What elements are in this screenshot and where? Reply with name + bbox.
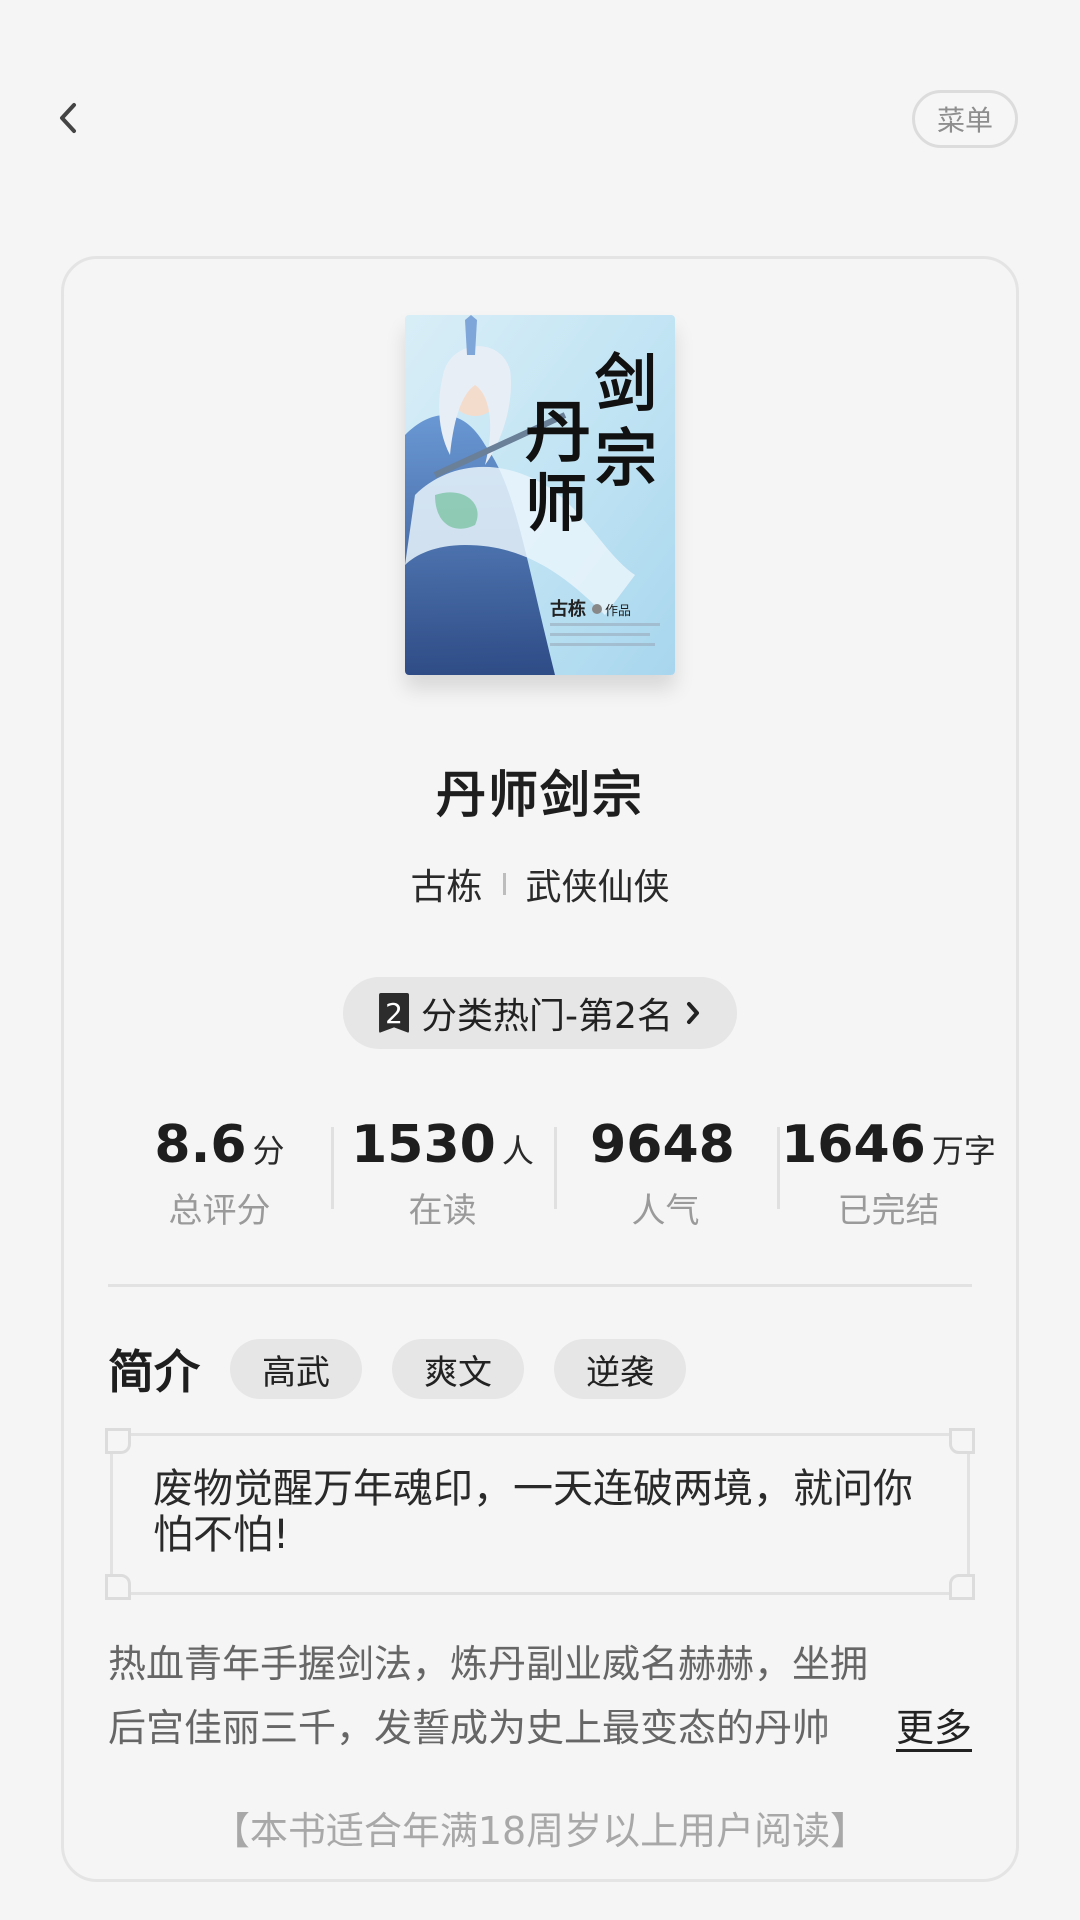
chevron-left-icon <box>60 103 76 133</box>
stat-value: 1530 <box>351 1115 496 1175</box>
section-divider <box>108 1284 972 1287</box>
stat-value: 1646 <box>781 1115 926 1175</box>
author-name[interactable]: 古栋 <box>410 858 482 910</box>
stat-popularity: 9648 人气 <box>554 1115 777 1235</box>
description-line: 后宫佳丽三千，发誓成为史上最变态的丹帅 <box>108 1706 831 1750</box>
stat-unit: 分 <box>252 1132 285 1170</box>
age-notice: 【本书适合年满18周岁以上用户阅读】 <box>211 1809 869 1853</box>
tag-chip[interactable]: 高武 <box>230 1339 362 1399</box>
intro-header: 简介 高武 爽文 逆袭 <box>108 1338 716 1400</box>
stat-rating: 8.6 分 总评分 <box>108 1115 331 1235</box>
stat-label: 总评分 <box>168 1191 271 1231</box>
tag-chip[interactable]: 爽文 <box>392 1339 524 1399</box>
stat-readers: 1530 人 在读 <box>331 1115 554 1235</box>
back-button[interactable] <box>50 100 86 136</box>
rank-badge-icon: 2 <box>379 993 410 1033</box>
stat-unit: 人 <box>501 1132 534 1170</box>
tag-chip[interactable]: 逆袭 <box>554 1339 686 1399</box>
stat-label: 在读 <box>408 1191 477 1231</box>
chevron-right-icon <box>685 1000 701 1026</box>
stat-value: 9648 <box>590 1115 735 1175</box>
description: 热血青年手握剑法，炼丹副业威名赫赫，坐拥 后宫佳丽三千，发誓成为史上最变态的丹帅… <box>108 1632 972 1760</box>
rank-button[interactable]: 2 分类热门-第2名 <box>343 977 737 1049</box>
svg-text:宗: 宗 <box>595 422 657 495</box>
rank-label: 分类热门-第2名 <box>421 996 673 1037</box>
more-link[interactable]: 更多 <box>896 1696 972 1760</box>
cover-author-art: 古栋 <box>550 598 586 620</box>
book-title: 丹师剑宗 <box>436 766 644 824</box>
stat-value: 8.6 <box>154 1115 247 1175</box>
stats-row: 8.6 分 总评分 1530 人 在读 9648 人气 1646 万字 已完结 <box>108 1115 1000 1235</box>
svg-text:作品: 作品 <box>605 604 631 619</box>
stat-word-count: 1646 万字 已完结 <box>777 1115 1000 1235</box>
tagline-text: 废物觉醒万年魂印，一天连破两境，就问你怕不怕! <box>153 1466 913 1558</box>
svg-text:师: 师 <box>525 467 587 540</box>
menu-button[interactable]: 菜单 <box>912 90 1018 148</box>
intro-heading: 简介 <box>108 1345 200 1399</box>
svg-text:剑: 剑 <box>595 347 657 420</box>
description-line: 热血青年手握剑法，炼丹副业威名赫赫，坐拥 <box>108 1642 869 1686</box>
book-cover[interactable]: 丹 剑 师 宗 古栋 作品 <box>405 315 675 675</box>
author-category-row: 古栋 武侠仙侠 <box>0 858 1080 910</box>
stat-label: 人气 <box>631 1191 700 1231</box>
category-label[interactable]: 武侠仙侠 <box>526 858 670 910</box>
stat-unit: 万字 <box>931 1132 996 1170</box>
stat-label: 已完结 <box>837 1191 940 1231</box>
cover-title-art: 丹 <box>525 393 591 471</box>
tagline-box: 废物觉醒万年魂印，一天连破两境，就问你怕不怕! <box>105 1428 975 1600</box>
meta-separator <box>502 873 506 895</box>
